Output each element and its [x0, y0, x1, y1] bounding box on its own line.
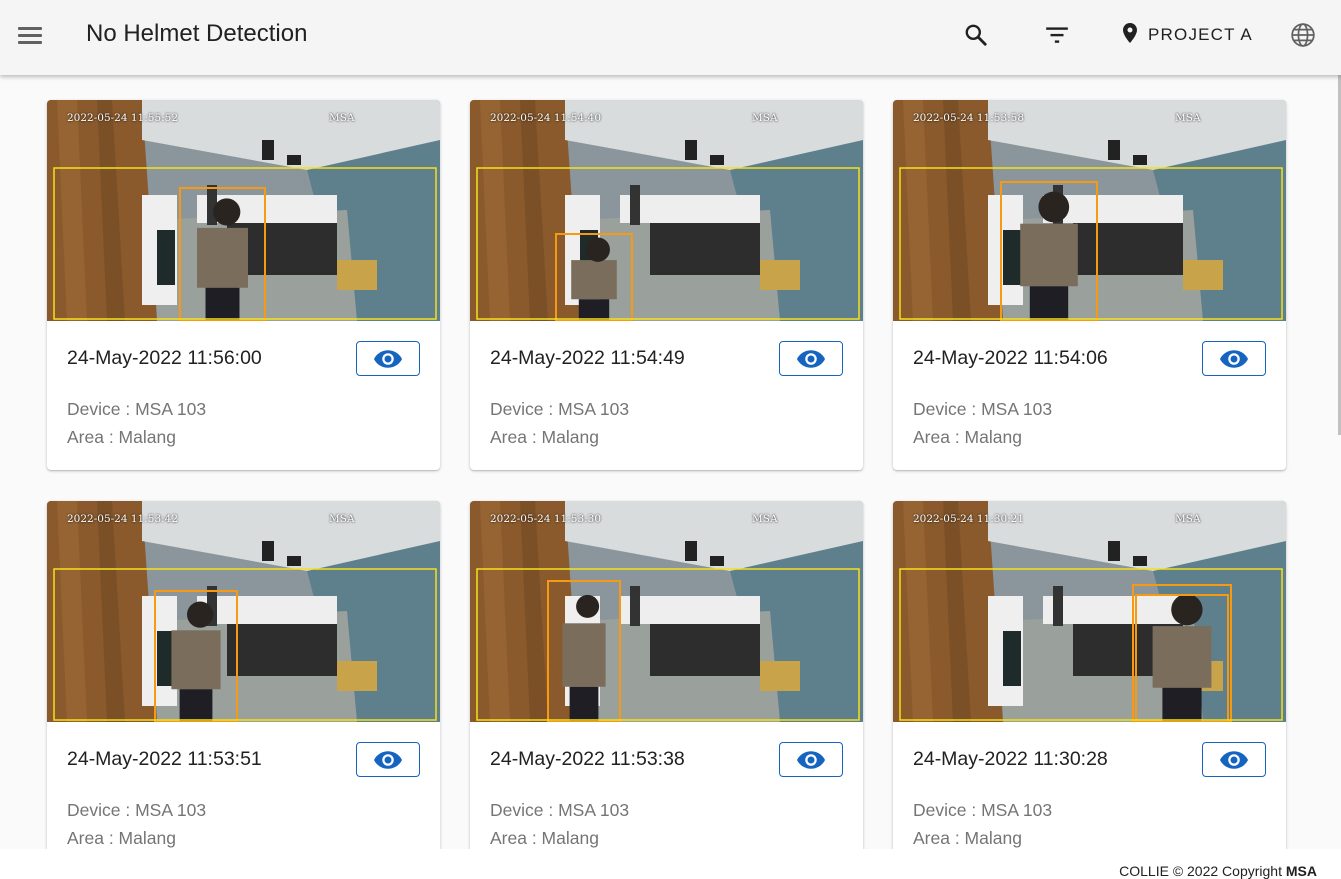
detection-time: 24-May-2022 11:30:28 [913, 748, 1108, 770]
eye-icon [374, 750, 402, 769]
person-figure [171, 630, 221, 690]
project-selector[interactable]: PROJECT A [1118, 20, 1253, 50]
area-label: Area : Malang [913, 427, 1022, 447]
camera-tag: MSA [1175, 112, 1201, 124]
camera-tag: MSA [752, 112, 778, 124]
person-head [1171, 593, 1203, 626]
camera-tag: MSA [329, 112, 355, 124]
camera-timestamp: 2022-05-24 11:53:58 [913, 112, 1025, 124]
detection-time: 24-May-2022 11:53:51 [67, 748, 262, 770]
person-figure [571, 260, 617, 300]
detection-time: 24-May-2022 11:54:49 [490, 347, 685, 369]
area-label: Area : Malang [67, 427, 176, 447]
project-label: PROJECT A [1148, 25, 1253, 44]
eye-icon [797, 349, 825, 368]
camera-snapshot[interactable]: 2022-05-24 11:53:30 MSA [470, 501, 863, 722]
camera-tag: MSA [1175, 513, 1201, 525]
person-legs [1029, 286, 1069, 321]
detection-time: 24-May-2022 11:53:38 [490, 748, 685, 770]
view-button[interactable] [779, 341, 843, 376]
person-figure [1020, 223, 1078, 287]
menu-icon[interactable] [16, 22, 44, 50]
detection-card: 2022-05-24 11:55:52 MSA 24-May-2022 11:5… [47, 100, 440, 470]
device-label: Device : MSA 103 [67, 800, 207, 820]
camera-tag: MSA [329, 513, 355, 525]
person-figure [197, 227, 248, 288]
device-label: Device : MSA 103 [913, 800, 1053, 820]
footer-copyright: COLLIE © 2022 Copyright [1119, 863, 1282, 879]
person-head [585, 237, 610, 262]
area-label: Area : Malang [67, 828, 176, 848]
person-figure [1152, 626, 1212, 688]
person-head [213, 198, 241, 226]
eye-icon [1220, 349, 1248, 368]
camera-snapshot[interactable]: 2022-05-24 11:54:40 MSA [470, 100, 863, 321]
area-label: Area : Malang [490, 828, 599, 848]
person-legs [569, 686, 599, 722]
location-pin-icon [1118, 20, 1142, 51]
area-label: Area : Malang [913, 828, 1022, 848]
detection-card: 2022-05-24 11:53:30 MSA 24-May-2022 11:5… [470, 501, 863, 871]
camera-snapshot[interactable]: 2022-05-24 11:55:52 MSA [47, 100, 440, 321]
page-title: No Helmet Detection [86, 20, 308, 47]
camera-timestamp: 2022-05-24 11:53:42 [67, 513, 179, 525]
app-bar: No Helmet Detection PROJECT A [0, 0, 1341, 75]
person-legs [205, 287, 240, 321]
detection-card: 2022-05-24 11:54:40 MSA 24-May-2022 11:5… [470, 100, 863, 470]
device-label: Device : MSA 103 [490, 399, 630, 419]
eye-icon [374, 349, 402, 368]
camera-snapshot[interactable]: 2022-05-24 11:53:58 MSA [893, 100, 1286, 321]
camera-snapshot[interactable]: 2022-05-24 11:30:21 MSA [893, 501, 1286, 722]
view-button[interactable] [1202, 341, 1266, 376]
camera-timestamp: 2022-05-24 11:53:30 [490, 513, 602, 525]
view-button[interactable] [1202, 742, 1266, 777]
person-head [186, 601, 214, 628]
eye-icon [1220, 750, 1248, 769]
detection-time: 24-May-2022 11:56:00 [67, 347, 262, 369]
filter-icon[interactable] [1042, 20, 1072, 50]
device-label: Device : MSA 103 [913, 399, 1053, 419]
footer: COLLIE © 2022 Copyright MSA [0, 849, 1341, 879]
detection-card: 2022-05-24 11:30:21 MSA 24-May-2022 11:3… [893, 501, 1286, 871]
person-head [1038, 191, 1070, 223]
footer-brand: MSA [1285, 863, 1317, 879]
camera-timestamp: 2022-05-24 11:30:21 [913, 513, 1025, 525]
person-head [576, 594, 600, 618]
camera-tag: MSA [752, 513, 778, 525]
view-button[interactable] [356, 742, 420, 777]
area-label: Area : Malang [490, 427, 599, 447]
view-button[interactable] [356, 341, 420, 376]
camera-timestamp: 2022-05-24 11:55:52 [67, 112, 179, 124]
person-legs [1162, 687, 1202, 722]
device-label: Device : MSA 103 [67, 399, 207, 419]
person-legs [179, 689, 213, 722]
camera-timestamp: 2022-05-24 11:54:40 [490, 112, 602, 124]
camera-snapshot[interactable]: 2022-05-24 11:53:42 MSA [47, 501, 440, 722]
person-legs [578, 299, 610, 321]
detection-card: 2022-05-24 11:53:42 MSA 24-May-2022 11:5… [47, 501, 440, 871]
device-label: Device : MSA 103 [490, 800, 630, 820]
eye-icon [797, 750, 825, 769]
search-icon[interactable] [961, 20, 991, 50]
view-button[interactable] [779, 742, 843, 777]
detection-card: 2022-05-24 11:53:58 MSA 24-May-2022 11:5… [893, 100, 1286, 470]
globe-icon[interactable] [1288, 20, 1318, 50]
person-figure [562, 623, 606, 687]
detection-time: 24-May-2022 11:54:06 [913, 347, 1108, 369]
